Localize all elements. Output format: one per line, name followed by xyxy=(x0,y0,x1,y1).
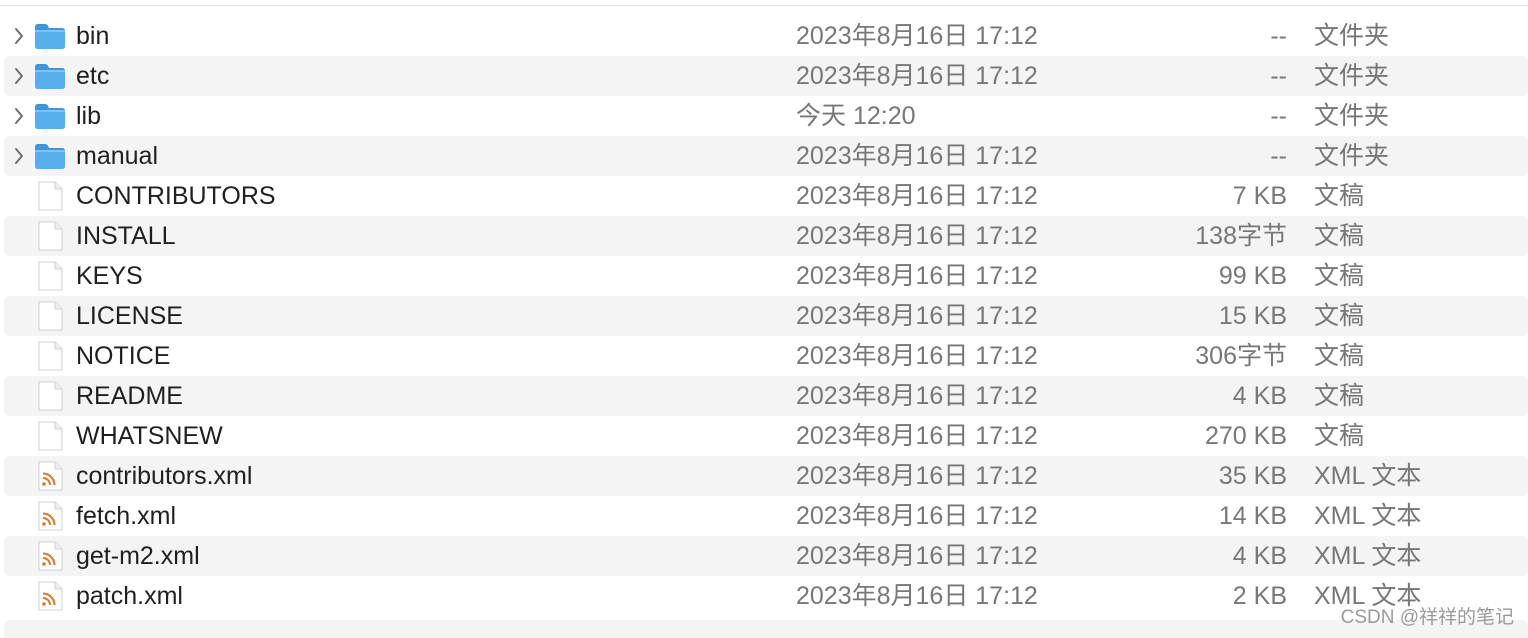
file-row-get-m2-xml[interactable]: get-m2.xml 2023年8月16日 17:12 4 KB XML 文本 xyxy=(0,536,1528,576)
file-name: contributors.xml xyxy=(76,462,253,490)
xml-file-icon xyxy=(33,461,67,491)
file-row-license[interactable]: LICENSE 2023年8月16日 17:12 15 KB 文稿 xyxy=(0,296,1528,336)
file-row-contributors[interactable]: CONTRIBUTORS 2023年8月16日 17:12 7 KB 文稿 xyxy=(0,176,1528,216)
file-kind: 文件夹 xyxy=(1314,102,1390,130)
file-name: get-m2.xml xyxy=(76,542,200,570)
file-size: 270 KB xyxy=(1204,422,1287,450)
folder-icon xyxy=(33,21,67,51)
document-icon xyxy=(33,341,67,371)
file-date-modified: 2023年8月16日 17:12 xyxy=(796,302,1038,330)
file-date-modified: 今天 12:20 xyxy=(796,102,916,130)
file-name: fetch.xml xyxy=(76,502,177,530)
file-date-modified: 2023年8月16日 17:12 xyxy=(796,502,1038,530)
file-name: README xyxy=(76,382,183,410)
file-kind: 文稿 xyxy=(1314,302,1365,330)
file-kind: XML 文本 xyxy=(1314,502,1422,530)
file-date-modified: 2023年8月16日 17:12 xyxy=(796,222,1038,250)
file-size: -- xyxy=(1270,102,1287,130)
file-row-lib[interactable]: lib 今天 12:20 -- 文件夹 xyxy=(0,96,1528,136)
file-name: manual xyxy=(76,142,158,170)
file-kind: 文稿 xyxy=(1314,342,1365,370)
file-name: lib xyxy=(76,102,102,130)
file-date-modified: 2023年8月16日 17:12 xyxy=(796,382,1038,410)
file-date-modified: 2023年8月16日 17:12 xyxy=(796,22,1038,50)
file-date-modified: 2023年8月16日 17:12 xyxy=(796,62,1038,90)
file-name: LICENSE xyxy=(76,302,183,330)
xml-file-icon xyxy=(33,501,67,531)
file-name: KEYS xyxy=(76,262,143,290)
file-size: 15 KB xyxy=(1218,302,1287,330)
list-bottom-edge xyxy=(4,620,1528,638)
file-row-whatsnew[interactable]: WHATSNEW 2023年8月16日 17:12 270 KB 文稿 xyxy=(0,416,1528,456)
finder-file-list: bin 2023年8月16日 17:12 -- 文件夹 etc 2023年8月16日 17… xyxy=(0,0,1528,638)
file-name: INSTALL xyxy=(76,222,176,250)
document-icon xyxy=(33,221,67,251)
file-name: WHATSNEW xyxy=(76,422,223,450)
file-kind: 文稿 xyxy=(1314,262,1365,290)
file-name: etc xyxy=(76,62,110,90)
file-date-modified: 2023年8月16日 17:12 xyxy=(796,182,1038,210)
file-size: 7 KB xyxy=(1232,182,1287,210)
disclosure-chevron-icon[interactable] xyxy=(11,66,27,86)
file-kind: XML 文本 xyxy=(1314,542,1422,570)
folder-icon xyxy=(33,61,67,91)
xml-file-icon xyxy=(33,581,67,611)
file-size: 138字节 xyxy=(1195,222,1287,250)
disclosure-chevron-icon[interactable] xyxy=(11,146,27,166)
disclosure-chevron-icon[interactable] xyxy=(11,26,27,46)
file-kind: 文件夹 xyxy=(1314,22,1390,50)
file-date-modified: 2023年8月16日 17:12 xyxy=(796,462,1038,490)
file-size: 99 KB xyxy=(1218,262,1287,290)
file-row-bin[interactable]: bin 2023年8月16日 17:12 -- 文件夹 xyxy=(0,16,1528,56)
file-name: NOTICE xyxy=(76,342,171,370)
file-kind: 文稿 xyxy=(1314,422,1365,450)
file-date-modified: 2023年8月16日 17:12 xyxy=(796,582,1038,610)
file-row-manual[interactable]: manual 2023年8月16日 17:12 -- 文件夹 xyxy=(0,136,1528,176)
file-kind: XML 文本 xyxy=(1314,462,1422,490)
file-size: 35 KB xyxy=(1218,462,1287,490)
file-date-modified: 2023年8月16日 17:12 xyxy=(796,262,1038,290)
document-icon xyxy=(33,181,67,211)
document-icon xyxy=(33,261,67,291)
xml-file-icon xyxy=(33,541,67,571)
file-row-install[interactable]: INSTALL 2023年8月16日 17:12 138字节 文稿 xyxy=(0,216,1528,256)
file-kind: 文稿 xyxy=(1314,382,1365,410)
file-kind: 文稿 xyxy=(1314,182,1365,210)
file-size: 306字节 xyxy=(1195,342,1287,370)
file-size: 4 KB xyxy=(1232,542,1287,570)
file-name: CONTRIBUTORS xyxy=(76,182,276,210)
watermark: CSDN @祥祥的笔记 xyxy=(1340,607,1514,628)
document-icon xyxy=(33,301,67,331)
disclosure-chevron-icon[interactable] xyxy=(11,106,27,126)
file-row-keys[interactable]: KEYS 2023年8月16日 17:12 99 KB 文稿 xyxy=(0,256,1528,296)
file-row-fetch-xml[interactable]: fetch.xml 2023年8月16日 17:12 14 KB XML 文本 xyxy=(0,496,1528,536)
file-date-modified: 2023年8月16日 17:12 xyxy=(796,422,1038,450)
file-size: -- xyxy=(1270,62,1287,90)
file-size: 14 KB xyxy=(1218,502,1287,530)
document-icon xyxy=(33,381,67,411)
list-top-divider xyxy=(0,5,1528,6)
folder-icon xyxy=(33,101,67,131)
file-rows: bin 2023年8月16日 17:12 -- 文件夹 etc 2023年8月16日 17… xyxy=(0,16,1528,616)
file-date-modified: 2023年8月16日 17:12 xyxy=(796,542,1038,570)
file-size: 2 KB xyxy=(1232,582,1287,610)
file-row-patch-xml[interactable]: patch.xml 2023年8月16日 17:12 2 KB XML 文本 xyxy=(0,576,1528,616)
file-row-contributors-xml[interactable]: contributors.xml 2023年8月16日 17:12 35 KB XML… xyxy=(0,456,1528,496)
file-row-readme[interactable]: README 2023年8月16日 17:12 4 KB 文稿 xyxy=(0,376,1528,416)
document-icon xyxy=(33,421,67,451)
file-date-modified: 2023年8月16日 17:12 xyxy=(796,342,1038,370)
folder-icon xyxy=(33,141,67,171)
file-row-notice[interactable]: NOTICE 2023年8月16日 17:12 306字节 文稿 xyxy=(0,336,1528,376)
file-name: bin xyxy=(76,22,110,50)
file-date-modified: 2023年8月16日 17:12 xyxy=(796,142,1038,170)
file-kind: 文件夹 xyxy=(1314,62,1390,90)
file-size: -- xyxy=(1270,142,1287,170)
file-size: 4 KB xyxy=(1232,382,1287,410)
file-kind: 文件夹 xyxy=(1314,142,1390,170)
file-name: patch.xml xyxy=(76,582,183,610)
file-kind: 文稿 xyxy=(1314,222,1365,250)
file-row-etc[interactable]: etc 2023年8月16日 17:12 -- 文件夹 xyxy=(0,56,1528,96)
file-size: -- xyxy=(1270,22,1287,50)
